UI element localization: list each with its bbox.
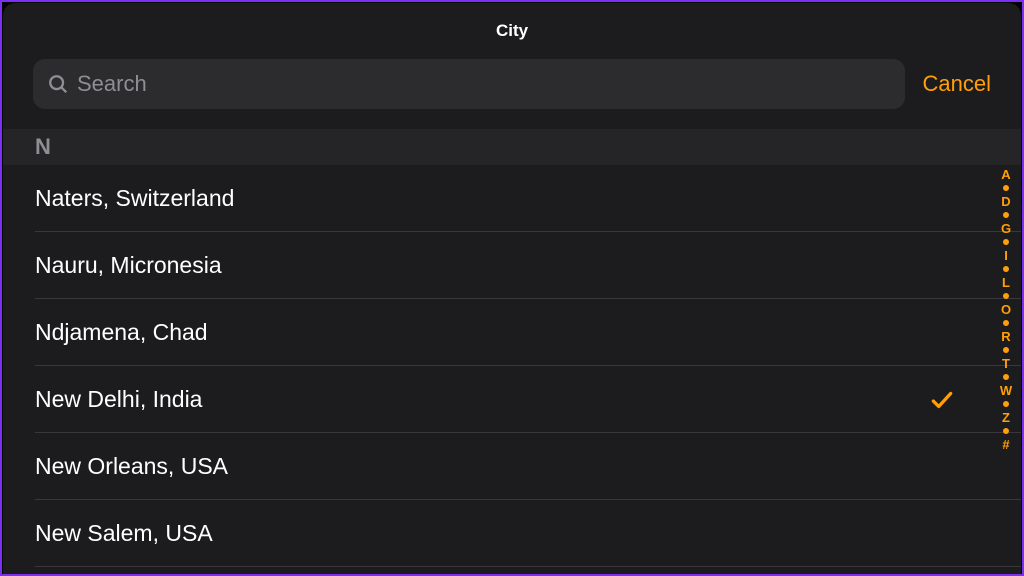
search-field[interactable] — [33, 59, 905, 109]
city-name: Naters, Switzerland — [35, 185, 989, 212]
city-name: New Delhi, India — [35, 386, 929, 413]
list-item[interactable]: Naters, Switzerland — [3, 165, 1021, 232]
index-letter[interactable]: Z — [1002, 410, 1010, 425]
search-input[interactable] — [77, 71, 891, 97]
index-letter[interactable]: R — [1001, 329, 1010, 344]
index-dot[interactable] — [1003, 293, 1009, 299]
list-item[interactable]: New Salem, USA — [3, 500, 1021, 567]
index-letter[interactable]: T — [1002, 356, 1010, 371]
index-dot[interactable] — [1003, 320, 1009, 326]
index-letter[interactable]: # — [1002, 437, 1009, 452]
city-name: New Salem, USA — [35, 520, 989, 547]
index-letter[interactable]: W — [1000, 383, 1012, 398]
list-item[interactable]: New Orleans, USA — [3, 433, 1021, 500]
section-header: N — [3, 129, 1021, 165]
index-dot[interactable] — [1003, 185, 1009, 191]
index-letter[interactable]: A — [1001, 167, 1010, 182]
list-item[interactable]: New Delhi, India — [3, 366, 1021, 433]
index-letter[interactable]: L — [1002, 275, 1010, 290]
index-letter[interactable]: D — [1001, 194, 1010, 209]
index-dot[interactable] — [1003, 374, 1009, 380]
section-letter: N — [35, 134, 51, 160]
page-title: City — [496, 21, 528, 41]
cancel-button[interactable]: Cancel — [923, 71, 991, 97]
city-name: New Orleans, USA — [35, 453, 989, 480]
city-name: Ndjamena, Chad — [35, 319, 989, 346]
search-icon — [47, 73, 69, 95]
index-dot[interactable] — [1003, 212, 1009, 218]
header: City — [3, 3, 1021, 59]
index-letter[interactable]: G — [1001, 221, 1011, 236]
city-picker-sheet: City Cancel N Naters, Switzerland Nauru,… — [3, 3, 1021, 576]
list-item[interactable]: Ndjamena, Chad — [3, 299, 1021, 366]
list-item[interactable]: Nauru, Micronesia — [3, 232, 1021, 299]
index-dot[interactable] — [1003, 401, 1009, 407]
index-dot[interactable] — [1003, 428, 1009, 434]
index-letter[interactable]: O — [1001, 302, 1011, 317]
city-list: Naters, Switzerland Nauru, Micronesia Nd… — [3, 165, 1021, 567]
index-letter[interactable]: I — [1004, 248, 1008, 263]
search-row: Cancel — [3, 59, 1021, 129]
index-dot[interactable] — [1003, 239, 1009, 245]
index-dot[interactable] — [1003, 347, 1009, 353]
index-dot[interactable] — [1003, 266, 1009, 272]
checkmark-icon — [929, 387, 955, 413]
alphabet-index[interactable]: ADGILORTWZ # — [995, 163, 1017, 576]
city-name: Nauru, Micronesia — [35, 252, 989, 279]
